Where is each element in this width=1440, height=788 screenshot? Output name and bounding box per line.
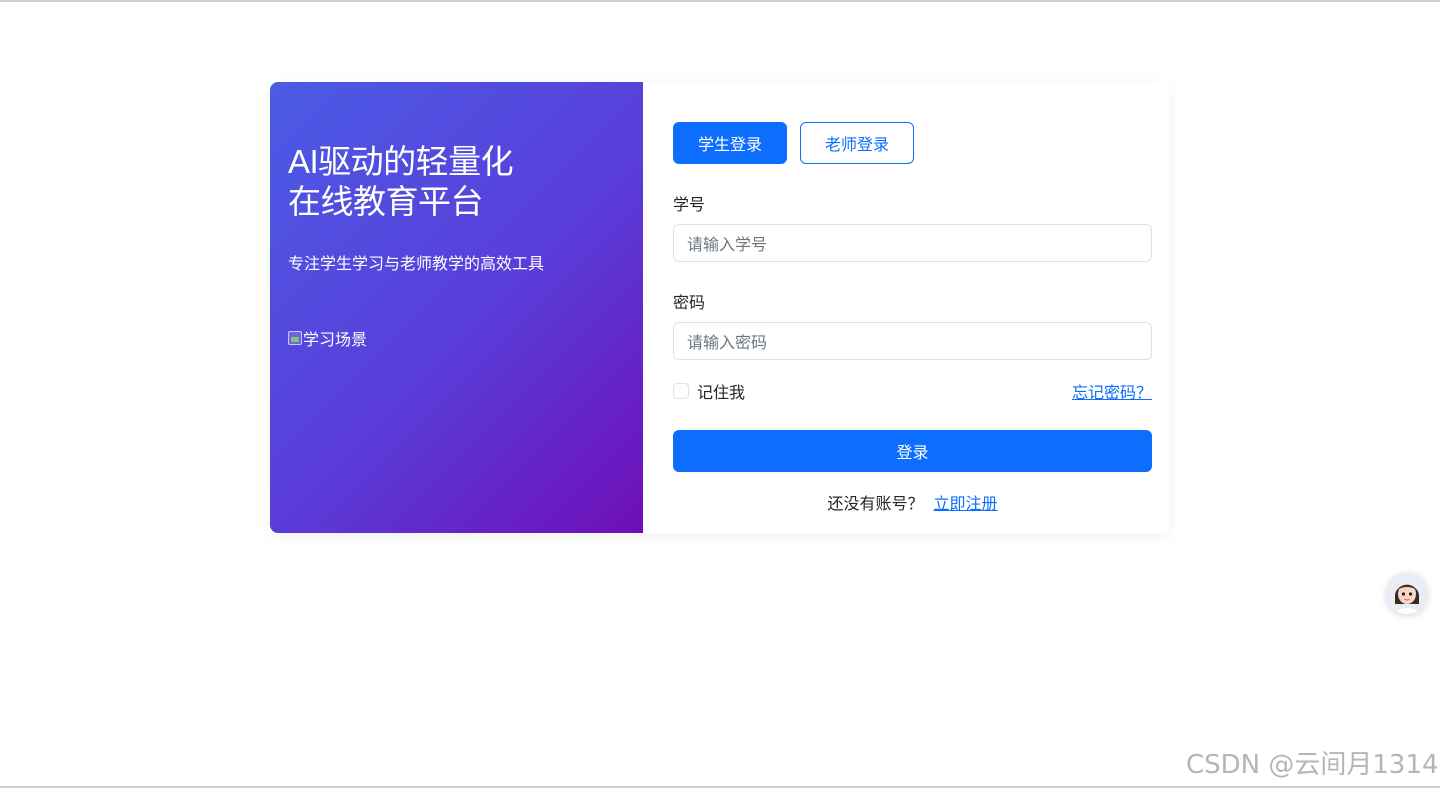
no-account-text: 还没有账号？	[827, 496, 924, 513]
watermark: CSDN @云间月1314	[1186, 750, 1439, 780]
remember-label: 记住我	[697, 385, 746, 402]
login-card: AI驱动的轻量化 在线教育平台 专注学生学习与老师教学的高效工具 学习场景 学生…	[270, 82, 1169, 533]
assistant-avatar-icon	[1386, 572, 1428, 614]
hero-headline: AI驱动的轻量化 在线教育平台	[288, 142, 625, 222]
hero-tagline: 专注学生学习与老师教学的高效工具	[288, 256, 545, 273]
hero-panel: AI驱动的轻量化 在线教育平台 专注学生学习与老师教学的高效工具 学习场景	[270, 82, 643, 533]
remember-checkbox[interactable]	[673, 383, 689, 399]
assistant-avatar[interactable]	[1386, 572, 1428, 614]
hero-image-alt: 学习场景	[303, 332, 368, 349]
register-link[interactable]: 立即注册	[934, 496, 998, 513]
student-id-input[interactable]: 请输入学号	[673, 224, 1152, 262]
login-form-panel: 学生登录 老师登录 学号 请输入学号 密码 请输入密码 记住我 忘记密码？ 登录…	[643, 82, 1169, 533]
login-button[interactable]: 登录	[673, 430, 1152, 472]
broken-image-icon	[288, 331, 302, 345]
forgot-password-link[interactable]: 忘记密码？	[1072, 379, 1152, 403]
student-id-label: 学号	[673, 197, 706, 214]
role-tabs: 学生登录 老师登录	[673, 122, 1152, 164]
tab-student-login[interactable]: 学生登录	[673, 122, 787, 164]
remember-me[interactable]: 记住我	[673, 379, 745, 403]
register-prompt: 还没有账号？ 立即注册	[673, 490, 1152, 514]
tab-teacher-login[interactable]: 老师登录	[800, 122, 914, 164]
hero-headline-line2: 在线教育平台	[288, 183, 484, 220]
password-input[interactable]: 请输入密码	[673, 322, 1152, 360]
hero-headline-line1: AI驱动的轻量化	[288, 143, 514, 180]
top-divider	[0, 0, 1440, 2]
password-label: 密码	[673, 295, 706, 312]
remember-row: 记住我 忘记密码？	[673, 379, 1152, 403]
hero-image: 学习场景	[288, 326, 625, 350]
